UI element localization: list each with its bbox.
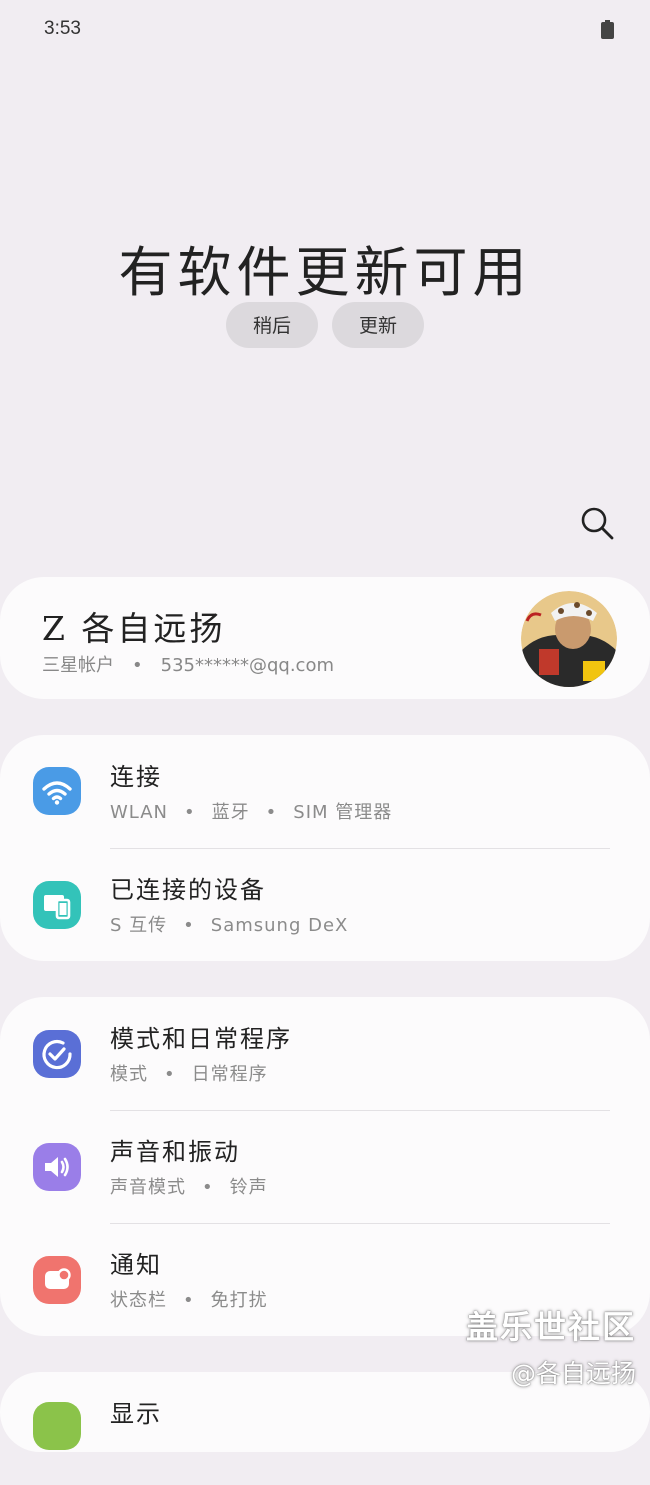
separator-dot: •	[265, 802, 278, 823]
subtitle-part: 免打扰	[210, 1290, 268, 1311]
display-icon	[33, 1402, 81, 1450]
subtitle-part: S 互传	[110, 915, 168, 936]
later-button[interactable]: 稍后	[226, 302, 318, 348]
subtitle-part: 日常程序	[191, 1064, 268, 1085]
update-button[interactable]: 更新	[332, 302, 424, 348]
avatar[interactable]	[521, 591, 617, 687]
account-details: 三星帐户 • 535******@qq.com	[42, 651, 334, 677]
separator-dot: •	[184, 802, 196, 823]
settings-item-subtitle: WLAN • 蓝牙 • SIM 管理器	[110, 798, 392, 824]
watermark-community: 盖乐世社区	[465, 1308, 636, 1346]
search-icon[interactable]	[578, 504, 616, 542]
notification-icon	[33, 1256, 81, 1304]
subtitle-part: WLAN	[110, 802, 169, 823]
settings-item-subtitle: S 互传 • Samsung DeX	[110, 911, 348, 937]
separator-dot: •	[164, 1064, 176, 1085]
status-bar: 3:53	[0, 0, 650, 60]
settings-item-title: 通知	[110, 1251, 162, 1279]
account-email: 535******@qq.com	[160, 655, 334, 676]
software-update-banner: 有软件更新可用 稍后 更新	[0, 200, 650, 360]
battery-icon	[601, 20, 614, 39]
wifi-icon	[33, 767, 81, 815]
separator-dot: •	[202, 1177, 214, 1198]
subtitle-part: 声音模式	[110, 1177, 186, 1198]
settings-item-connected-devices[interactable]: 已连接的设备 S 互传 • Samsung DeX	[0, 848, 650, 961]
settings-item-connections[interactable]: 连接 WLAN • 蓝牙 • SIM 管理器	[0, 735, 650, 848]
separator-dot: •	[132, 655, 143, 676]
check-circle-icon	[33, 1030, 81, 1078]
speaker-icon	[33, 1143, 81, 1191]
subtitle-part: Samsung DeX	[210, 915, 349, 936]
subtitle-part: 状态栏	[110, 1290, 167, 1311]
settings-item-title: 显示	[110, 1400, 162, 1428]
settings-group-connections: 连接 WLAN • 蓝牙 • SIM 管理器 已连接的设备 S 互传 • Samsung D…	[0, 735, 650, 961]
separator-dot: •	[183, 1290, 195, 1311]
settings-item-title: 连接	[110, 763, 162, 791]
settings-item-subtitle: 状态栏 • 免打扰	[110, 1286, 268, 1312]
settings-item-title: 声音和振动	[110, 1138, 240, 1166]
settings-item-title: 已连接的设备	[110, 876, 266, 904]
settings-item-sound-vibration[interactable]: 声音和振动 声音模式 • 铃声	[0, 1110, 650, 1223]
settings-item-modes-routines[interactable]: 模式和日常程序 模式 • 日常程序	[0, 997, 650, 1110]
subtitle-part: SIM 管理器	[293, 802, 393, 823]
samsung-account-card[interactable]: Z 各自远扬 三星帐户 • 535******@qq.com	[0, 577, 650, 699]
separator-dot: •	[183, 915, 195, 936]
watermark: 盖乐世社区 @各自远扬	[466, 1302, 636, 1390]
subtitle-part: 铃声	[229, 1177, 268, 1198]
subtitle-part: 蓝牙	[211, 802, 250, 823]
account-name: Z 各自远扬	[42, 609, 226, 648]
settings-item-title: 模式和日常程序	[110, 1025, 292, 1053]
settings-group-modes-sound: 模式和日常程序 模式 • 日常程序 声音和振动 声音模式 • 铃声 通知 状态栏 • 免	[0, 997, 650, 1336]
account-type: 三星帐户	[42, 655, 114, 676]
settings-item-subtitle: 模式 • 日常程序	[110, 1060, 268, 1086]
watermark-author: @各自远扬	[510, 1359, 636, 1388]
subtitle-part: 模式	[110, 1064, 148, 1085]
settings-item-subtitle: 声音模式 • 铃声	[110, 1173, 268, 1199]
devices-icon	[33, 881, 81, 929]
update-title: 有软件更新可用	[118, 241, 532, 304]
status-time: 3:53	[44, 18, 81, 39]
